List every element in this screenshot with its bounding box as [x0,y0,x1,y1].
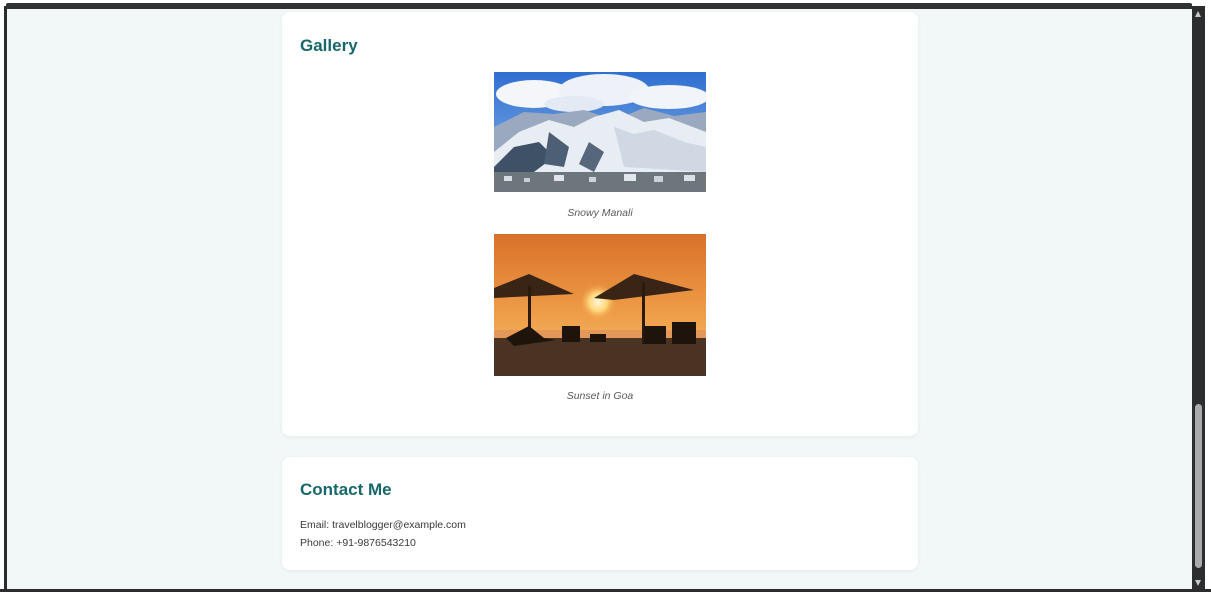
contact-section: Contact Me Email: travelblogger@example.… [282,457,918,570]
scroll-down-arrow-icon[interactable] [1195,580,1201,586]
scroll-thumb[interactable] [1195,404,1202,568]
gallery-image-snowy-manali[interactable] [494,72,706,192]
page-viewport: Gallery Snowy Manali Sunset in Goa Conta… [7,9,1192,589]
contact-email: Email: travelblogger@example.com [300,519,466,531]
gallery-section: Gallery Snowy Manali Sunset in Goa [282,12,918,436]
browser-window: Gallery Snowy Manali Sunset in Goa Conta… [0,0,1211,594]
gallery-heading: Gallery [300,36,358,55]
gallery-image-sunset-in-goa[interactable] [494,234,706,376]
image-caption: Snowy Manali [567,207,633,219]
beach-sunset-photo [494,234,706,376]
contact-heading: Contact Me [300,480,392,499]
image-caption: Sunset in Goa [566,390,634,402]
contact-phone: Phone: +91-9876543210 [300,537,416,549]
scroll-up-arrow-icon[interactable] [1195,11,1201,17]
vertical-scrollbar[interactable] [1192,6,1205,590]
window-bottom-edge [0,589,1211,592]
mountain-photo [494,72,706,192]
